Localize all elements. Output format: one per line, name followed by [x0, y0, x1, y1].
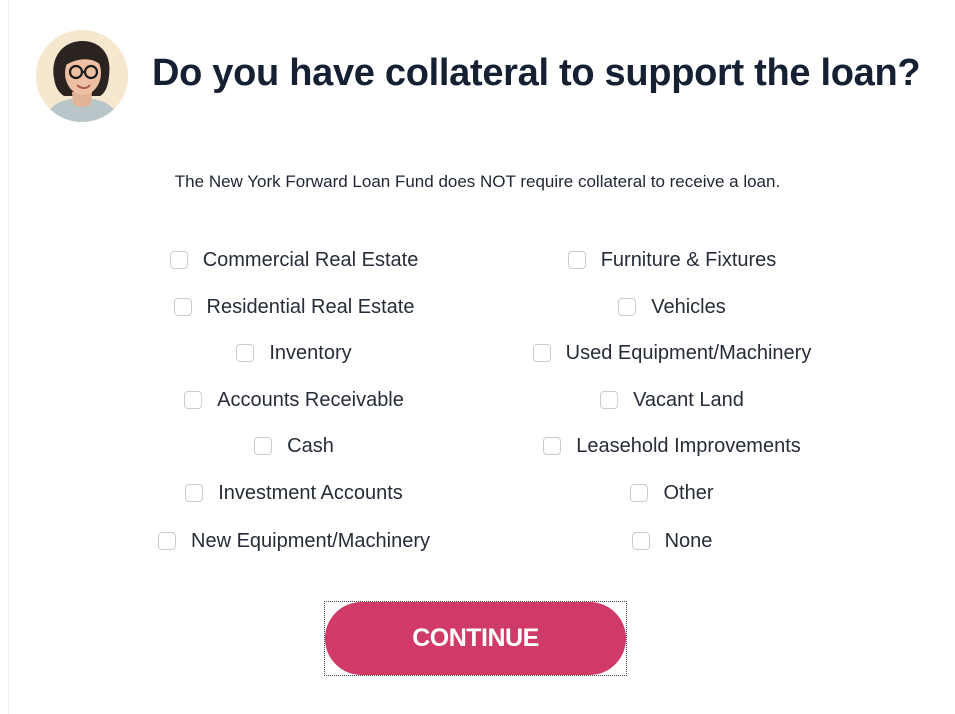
checkbox[interactable]	[630, 484, 649, 502]
option-label: Investment Accounts	[218, 481, 403, 504]
option-investment-accounts[interactable]: Investment Accounts	[100, 478, 488, 508]
option-label: Leasehold Improvements	[576, 434, 801, 457]
checkbox[interactable]	[254, 437, 273, 455]
option-label: Commercial Real Estate	[202, 248, 419, 271]
option-commercial-real-estate[interactable]: Commercial Real Estate	[100, 245, 488, 275]
checkbox[interactable]	[169, 251, 188, 269]
option-used-equipment-machinery[interactable]: Used Equipment/Machinery	[468, 338, 876, 368]
page-title: Do you have collateral to support the lo…	[152, 52, 921, 94]
collateral-notice: The New York Forward Loan Fund does NOT …	[174, 172, 781, 191]
option-furniture-fixtures[interactable]: Furniture & Fixtures	[468, 245, 876, 275]
checkbox[interactable]	[173, 298, 192, 316]
option-label: Other	[663, 481, 714, 504]
option-accounts-receivable[interactable]: Accounts Receivable	[100, 385, 488, 415]
checkbox[interactable]	[158, 532, 176, 550]
continue-button[interactable]: CONTINUE	[325, 602, 626, 675]
option-label: Inventory	[269, 341, 352, 364]
option-label: Accounts Receivable	[217, 388, 404, 411]
option-label: Vacant Land	[633, 388, 744, 411]
checkbox[interactable]	[618, 298, 637, 316]
checkbox[interactable]	[543, 437, 562, 455]
checkbox[interactable]	[532, 344, 551, 362]
continue-button-focus-ring: CONTINUE	[324, 601, 627, 676]
option-none[interactable]: None	[468, 526, 876, 556]
option-label: Cash	[287, 434, 334, 457]
option-label: Used Equipment/Machinery	[565, 341, 812, 364]
option-label: None	[664, 529, 713, 552]
advisor-avatar-icon	[36, 30, 128, 122]
option-other[interactable]: Other	[468, 478, 876, 508]
option-vacant-land[interactable]: Vacant Land	[468, 385, 876, 415]
checkbox[interactable]	[631, 532, 650, 550]
option-cash[interactable]: Cash	[100, 431, 488, 461]
option-label: Furniture & Fixtures	[600, 248, 777, 271]
option-label: New Equipment/Machinery	[191, 529, 430, 552]
checkbox[interactable]	[185, 484, 204, 502]
option-residential-real-estate[interactable]: Residential Real Estate	[100, 292, 488, 322]
option-leasehold-improvements[interactable]: Leasehold Improvements	[468, 431, 876, 461]
option-new-equipment-machinery[interactable]: New Equipment/Machinery	[100, 526, 488, 556]
option-vehicles[interactable]: Vehicles	[468, 292, 876, 322]
option-label: Residential Real Estate	[206, 295, 415, 318]
checkbox[interactable]	[184, 391, 203, 409]
checkbox[interactable]	[567, 251, 586, 269]
option-inventory[interactable]: Inventory	[100, 338, 488, 368]
checkbox[interactable]	[600, 391, 619, 409]
option-label: Vehicles	[651, 295, 726, 318]
checkbox[interactable]	[236, 344, 255, 362]
